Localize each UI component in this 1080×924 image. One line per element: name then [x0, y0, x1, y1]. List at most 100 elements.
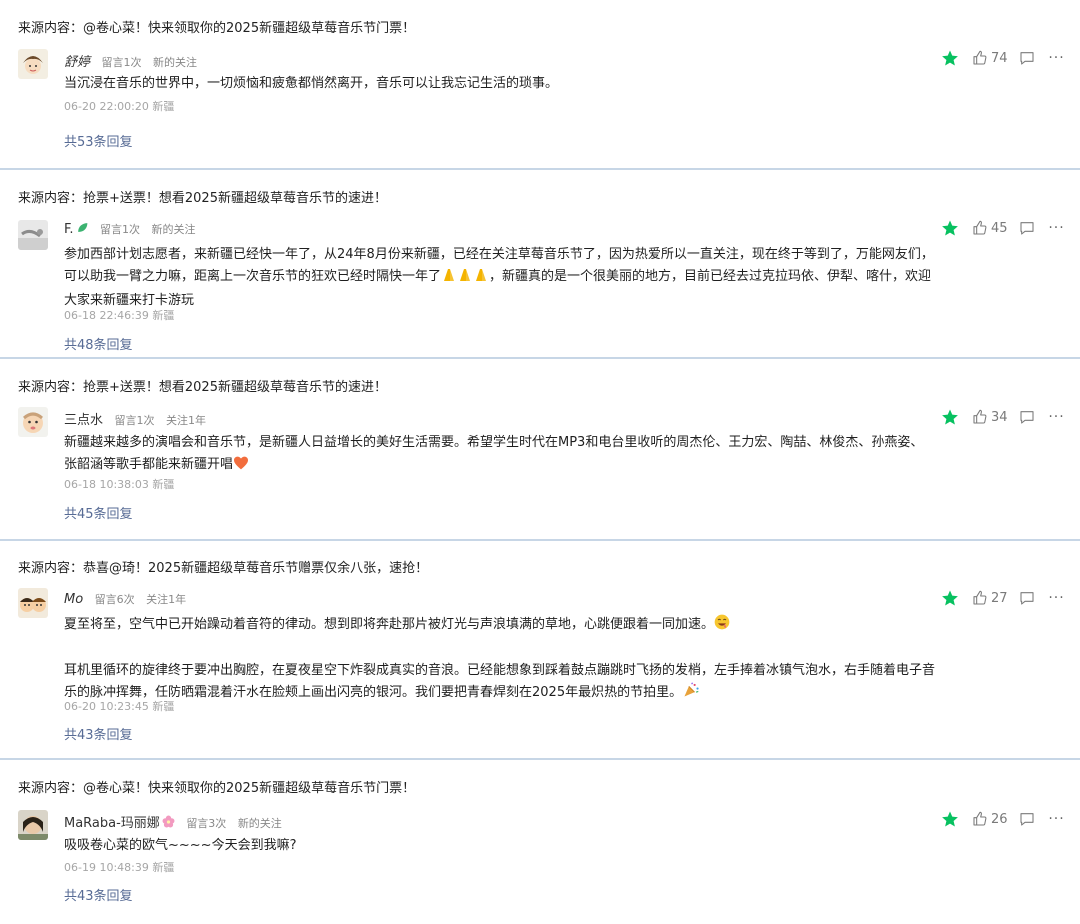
- comment-actions: 45 ···: [940, 218, 1068, 238]
- flower-icon: [162, 815, 175, 828]
- star-icon[interactable]: [940, 48, 960, 68]
- view-replies-link[interactable]: 共53条回复: [64, 131, 133, 150]
- comment-paragraph: 新疆越来越多的演唱会和音乐节，是新疆人日益增长的美好生活需要。希望学生时代在MP…: [64, 432, 936, 478]
- comment-meta: F. 留言1次 新的关注: [64, 221, 204, 237]
- like-button[interactable]: 34: [972, 409, 1008, 425]
- view-replies-link[interactable]: 共45条回复: [64, 503, 133, 522]
- star-icon[interactable]: [940, 809, 960, 829]
- source-content: 来源内容：抢票+送票！想看2025新疆超级草莓音乐节的速进！: [18, 191, 387, 206]
- username[interactable]: 舒婷: [64, 55, 90, 70]
- more-icon[interactable]: ···: [1046, 408, 1068, 426]
- party-popper-emoji-icon: [682, 682, 700, 706]
- star-icon[interactable]: [940, 588, 960, 608]
- view-replies-link[interactable]: 共43条回复: [64, 724, 133, 743]
- follow-tag: 新的关注: [153, 56, 198, 69]
- comment-time: 06-18 22:46:39 新疆: [64, 309, 175, 322]
- comment-card: 来源内容：抢票+送票！想看2025新疆超级草莓音乐节的速进！ F. 留言1次 新…: [0, 170, 1080, 357]
- more-icon[interactable]: ···: [1046, 589, 1068, 607]
- comment-card: 来源内容：恭喜@琦！2025新疆超级草莓音乐节赠票仅余八张，速抢！ Mo 留言6…: [0, 541, 1080, 758]
- username[interactable]: 三点水: [64, 413, 103, 428]
- follow-tag: 新的关注: [237, 817, 282, 830]
- reply-icon[interactable]: [1018, 810, 1036, 828]
- thumbs-up-icon: [973, 590, 987, 605]
- source-content: 来源内容：@卷心菜！快来领取你的2025新疆超级草莓音乐节门票！: [18, 781, 416, 796]
- username[interactable]: Mo: [64, 592, 83, 607]
- avatar[interactable]: [18, 588, 48, 618]
- comment-text: 新疆越来越多的演唱会和音乐节，是新疆人日益增长的美好生活需要。希望学生时代在MP…: [64, 432, 936, 478]
- comment-actions: 74 ···: [940, 48, 1068, 68]
- source-content: 来源内容：恭喜@琦！2025新疆超级草莓音乐节赠票仅余八张，速抢！: [18, 561, 429, 576]
- more-icon[interactable]: ···: [1046, 810, 1068, 828]
- like-count: 74: [991, 50, 1008, 66]
- comment-meta: Mo 留言6次 关注1年: [64, 591, 194, 607]
- like-button[interactable]: 45: [972, 220, 1008, 236]
- avatar[interactable]: [18, 407, 48, 437]
- view-replies-link[interactable]: 共43条回复: [64, 885, 133, 904]
- comment-text: 夏至将至，空气中已开始躁动着音符的律动。想到即将奔赴那片被灯光与声浪填满的草地，…: [64, 614, 936, 706]
- reply-icon[interactable]: [1018, 219, 1036, 237]
- reply-icon[interactable]: [1018, 408, 1036, 426]
- comment-card: 来源内容：抢票+送票！想看2025新疆超级草莓音乐节的速进！ 三点水 留言1次 …: [0, 359, 1080, 539]
- comment-meta: MaRaba-玛丽娜 留言3次 新的关注: [64, 812, 290, 831]
- star-icon[interactable]: [940, 218, 960, 238]
- comment-paragraph: 吸吸卷心菜的欧气~~~~今天会到我嘛?: [64, 838, 297, 853]
- like-button[interactable]: 74: [972, 50, 1008, 66]
- comment-paragraph: 耳机里循环的旋律终于要冲出胸腔，在夏夜星空下炸裂成真实的音浪。已经能想象到踩着鼓…: [64, 660, 936, 706]
- comment-text: 当沉浸在音乐的世界中，一切烦恼和疲惫都悄然离开，音乐可以让我忘记生活的琐事。: [64, 73, 936, 95]
- smile-emoji-icon: [714, 614, 730, 638]
- like-count: 34: [991, 409, 1008, 425]
- avatar[interactable]: [18, 810, 48, 840]
- more-icon[interactable]: ···: [1046, 219, 1068, 237]
- comment-meta: 三点水 留言1次 关注1年: [64, 409, 214, 428]
- follow-tag: 关注1年: [166, 414, 207, 427]
- username-text: F.: [64, 222, 74, 237]
- like-button[interactable]: 26: [972, 811, 1008, 827]
- thumbs-up-icon: [973, 220, 987, 235]
- comment-text-part: 耳机里循环的旋律终于要冲出胸腔，在夏夜星空下炸裂成真实的音浪。已经能想象到踩着鼓…: [64, 663, 936, 700]
- more-icon[interactable]: ···: [1046, 49, 1068, 67]
- comment-time: 06-19 10:48:39 新疆: [64, 861, 175, 874]
- source-content: 来源内容：@卷心菜！快来领取你的2025新疆超级草莓音乐节门票！: [18, 21, 416, 36]
- username-text: MaRaba-玛丽娜: [64, 816, 160, 831]
- comment-count-tag: 留言3次: [186, 817, 227, 830]
- avatar[interactable]: [18, 49, 48, 79]
- comment-actions: 26 ···: [940, 809, 1068, 829]
- comment-text: 参加西部计划志愿者，来新疆已经快一年了，从24年8月份来新疆，已经在关注草莓音乐…: [64, 244, 936, 312]
- follow-tag: 关注1年: [146, 593, 187, 606]
- comment-count-tag: 留言1次: [114, 414, 155, 427]
- comment-time: 06-20 22:00:20 新疆: [64, 100, 175, 113]
- reply-icon[interactable]: [1018, 49, 1036, 67]
- like-count: 27: [991, 590, 1008, 606]
- star-icon[interactable]: [940, 407, 960, 427]
- comment-card: 来源内容：@卷心菜！快来领取你的2025新疆超级草莓音乐节门票！ 舒婷 留言1次…: [0, 0, 1080, 168]
- view-replies-link[interactable]: 共48条回复: [64, 334, 133, 353]
- comment-count-tag: 留言1次: [100, 223, 141, 236]
- comment-paragraph: 夏至将至，空气中已开始躁动着音符的律动。想到即将奔赴那片被灯光与声浪填满的草地，…: [64, 614, 936, 638]
- leaf-icon: [77, 223, 87, 232]
- comment-paragraph: 当沉浸在音乐的世界中，一切烦恼和疲惫都悄然离开，音乐可以让我忘记生活的琐事。: [64, 76, 559, 91]
- comment-text: 吸吸卷心菜的欧气~~~~今天会到我嘛?: [64, 835, 936, 857]
- comment-count-tag: 留言6次: [94, 593, 135, 606]
- pray-emoji-icon: [441, 266, 489, 290]
- comment-time: 06-18 10:38:03 新疆: [64, 478, 175, 491]
- comment-card: 来源内容：@卷心菜！快来领取你的2025新疆超级草莓音乐节门票！ MaRaba-…: [0, 760, 1080, 924]
- follow-tag: 新的关注: [151, 223, 196, 236]
- comment-time: 06-20 10:23:45 新疆: [64, 700, 175, 713]
- heart-emoji-icon: [233, 456, 249, 478]
- source-content: 来源内容：抢票+送票！想看2025新疆超级草莓音乐节的速进！: [18, 380, 387, 395]
- comment-actions: 27 ···: [940, 588, 1068, 608]
- comment-actions: 34 ···: [940, 407, 1068, 427]
- username[interactable]: F.: [64, 222, 89, 237]
- like-count: 45: [991, 220, 1008, 236]
- thumbs-up-icon: [973, 409, 987, 424]
- username[interactable]: MaRaba-玛丽娜: [64, 815, 175, 831]
- avatar[interactable]: [18, 220, 48, 250]
- like-button[interactable]: 27: [972, 590, 1008, 606]
- like-count: 26: [991, 811, 1008, 827]
- reply-icon[interactable]: [1018, 589, 1036, 607]
- comment-count-tag: 留言1次: [101, 56, 142, 69]
- comment-meta: 舒婷 留言1次 新的关注: [64, 51, 205, 70]
- comment-text-part: 新疆越来越多的演唱会和音乐节，是新疆人日益增长的美好生活需要。希望学生时代在MP…: [64, 435, 924, 472]
- comment-paragraph: 参加西部计划志愿者，来新疆已经快一年了，从24年8月份来新疆，已经在关注草莓音乐…: [64, 244, 936, 312]
- thumbs-up-icon: [973, 811, 987, 826]
